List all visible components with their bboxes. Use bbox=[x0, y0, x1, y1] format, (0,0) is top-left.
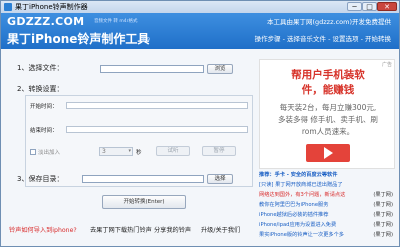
provider-text: 本工具由果丁网(gdzzz.com)开发免费提供 bbox=[266, 18, 391, 26]
upgrade-about-link[interactable]: 升级/关于我们 bbox=[201, 225, 240, 234]
pause-button[interactable]: 暂停 bbox=[202, 146, 236, 156]
browse-button[interactable]: 浏览 bbox=[207, 64, 233, 74]
header-banner: GDZZZ.COM 音频文件 转 m4r格式 果丁iPhone铃声制作工具 1.… bbox=[1, 13, 399, 49]
header-tagline: 音频文件 转 m4r格式 bbox=[94, 19, 138, 24]
choose-dir-button[interactable]: 选择 bbox=[207, 174, 233, 184]
maximize-button[interactable]: □ bbox=[362, 2, 377, 11]
window-title: 果丁iPhone铃声制作器 bbox=[15, 3, 88, 11]
end-time-slider[interactable] bbox=[66, 126, 248, 133]
ad-play-button[interactable] bbox=[306, 144, 350, 162]
right-link-6[interactable]: 果实iPhone版的铃声让一次更多个多 (果丁网) bbox=[259, 231, 395, 238]
main-panel: 1、选择文件： 浏览 2、转换设置： 开始时间： 结束时间： 淡出加入 3 ▾ … bbox=[7, 53, 257, 245]
download-ringtones-link[interactable]: 去果丁网下载热门铃声 bbox=[90, 225, 152, 234]
site-logo: GDZZZ.COM bbox=[7, 15, 85, 28]
fade-label: 淡出加入 bbox=[38, 150, 61, 156]
minimize-button[interactable]: ─ bbox=[347, 2, 362, 11]
step3-label: 3、保存目录： bbox=[17, 175, 64, 183]
step2-label: 2、转换设置： bbox=[17, 85, 64, 93]
version-label: 1.9 bbox=[142, 37, 150, 43]
spinner-arrow-icon: ▾ bbox=[128, 148, 131, 154]
right-link-3[interactable]: 教你在阿里巴巴为iPhone服务 (果丁网) bbox=[259, 201, 395, 208]
fade-seconds-spinner[interactable]: 3 ▾ bbox=[99, 147, 133, 156]
ad-line-3: rom人员速来。 bbox=[301, 127, 355, 136]
play-icon bbox=[324, 147, 333, 159]
right-link-0[interactable]: 推荐：手卡 - 安全的百度云等软件 bbox=[259, 171, 395, 178]
seconds-label: 秒 bbox=[136, 150, 142, 156]
side-panel: 广告 帮用户手机装软 件，能赚钱 每天装2台，每月立赚300元, 多装多得 修手… bbox=[257, 53, 395, 245]
right-link-1[interactable]: [只读] 果丁网开放商城已送出赠品了 bbox=[259, 181, 395, 188]
end-time-label: 结束时间： bbox=[30, 128, 58, 134]
save-dir-input[interactable] bbox=[82, 175, 204, 183]
ad-banner[interactable]: 广告 帮用户手机装软 件，能赚钱 每天装2台，每月立赚300元, 多装多得 修手… bbox=[259, 59, 395, 169]
start-convert-button[interactable]: 开始转换(Enter) bbox=[102, 195, 186, 209]
close-button[interactable]: ✕ bbox=[377, 2, 397, 11]
right-link-2[interactable]: 网络达到国外，有3个问题，新请点这 (果丁网) bbox=[259, 191, 395, 198]
fade-seconds-value: 3 bbox=[102, 148, 106, 155]
ad-headline-2: 件，能赚钱 bbox=[301, 84, 355, 96]
fade-checkbox[interactable] bbox=[30, 149, 36, 155]
app-title: 果丁iPhone铃声制作工具 bbox=[7, 32, 150, 46]
import-help-link[interactable]: 铃声如何导入到iphone? bbox=[9, 225, 77, 234]
share-ringtone-link[interactable]: 分享我的铃声 bbox=[154, 225, 191, 234]
start-time-label: 开始时间： bbox=[30, 104, 58, 110]
file-path-input[interactable] bbox=[100, 65, 204, 73]
ad-headline-1: 帮用户手机装软 bbox=[291, 69, 365, 81]
steps-nav: 操作步骤 - 选择音乐文件 - 设置选项 - 开始转换 bbox=[254, 35, 391, 43]
app-window: 果丁iPhone铃声制作器 ─ □ ✕ GDZZZ.COM 音频文件 转 m4r… bbox=[0, 0, 400, 247]
preview-button[interactable]: 试听 bbox=[156, 146, 190, 156]
right-link-4[interactable]: iPhone越狱后必装的插件推荐 (果丁网) bbox=[259, 211, 395, 218]
step1-label: 1、选择文件： bbox=[17, 64, 64, 72]
start-time-slider[interactable] bbox=[66, 102, 248, 109]
ad-line-1: 每天装2台，每月立赚300元, bbox=[279, 103, 377, 112]
right-link-5[interactable]: iPhone/ipad应用为设置进入免费 (果丁网) bbox=[259, 221, 395, 228]
ad-line-2: 多装多得 修手机、卖手机、刷 bbox=[278, 115, 378, 124]
app-icon bbox=[4, 3, 12, 11]
